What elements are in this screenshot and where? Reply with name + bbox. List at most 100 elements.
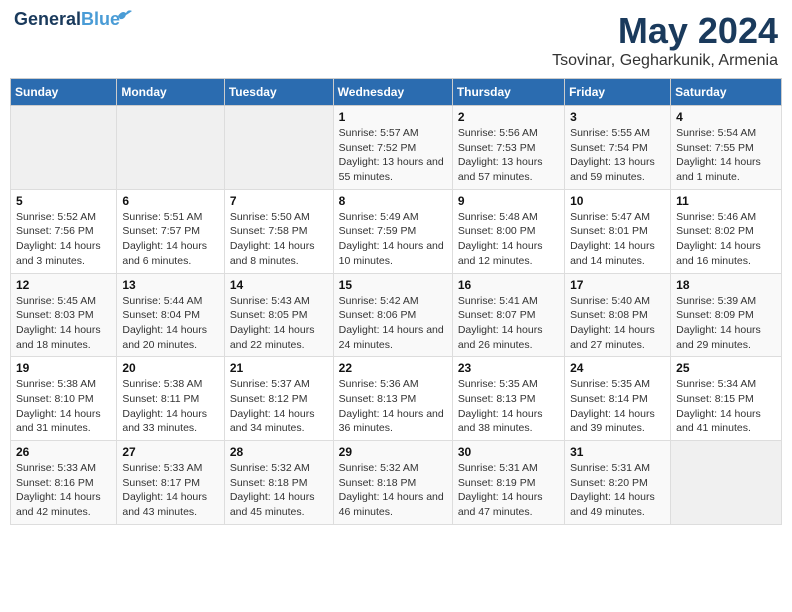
day-info: Sunrise: 5:49 AM Sunset: 7:59 PM Dayligh…	[339, 210, 447, 269]
daylight-label: Daylight: 13 hours and 59 minutes.	[570, 156, 655, 183]
day-info: Sunrise: 5:31 AM Sunset: 8:20 PM Dayligh…	[570, 461, 665, 520]
day-number: 11	[676, 194, 776, 208]
day-number: 21	[230, 361, 328, 375]
daylight-label: Daylight: 14 hours and 1 minute.	[676, 156, 761, 183]
day-info: Sunrise: 5:39 AM Sunset: 8:09 PM Dayligh…	[676, 294, 776, 353]
daylight-label: Daylight: 14 hours and 16 minutes.	[676, 240, 761, 267]
day-number: 15	[339, 278, 447, 292]
calendar-table: Sunday Monday Tuesday Wednesday Thursday…	[10, 78, 782, 525]
day-number: 18	[676, 278, 776, 292]
daylight-label: Daylight: 14 hours and 20 minutes.	[122, 324, 207, 351]
day-info: Sunrise: 5:48 AM Sunset: 8:00 PM Dayligh…	[458, 210, 559, 269]
day-number: 3	[570, 110, 665, 124]
table-row: 12 Sunrise: 5:45 AM Sunset: 8:03 PM Dayl…	[11, 273, 117, 357]
daylight-label: Daylight: 14 hours and 45 minutes.	[230, 491, 315, 518]
sunset-label: Sunset: 7:56 PM	[16, 225, 94, 237]
sunset-label: Sunset: 7:58 PM	[230, 225, 308, 237]
day-info: Sunrise: 5:42 AM Sunset: 8:06 PM Dayligh…	[339, 294, 447, 353]
sunset-label: Sunset: 7:54 PM	[570, 142, 648, 154]
page-header: GeneralBlue May 2024 Tsovinar, Gegharkun…	[10, 10, 782, 70]
day-info: Sunrise: 5:45 AM Sunset: 8:03 PM Dayligh…	[16, 294, 111, 353]
table-row: 9 Sunrise: 5:48 AM Sunset: 8:00 PM Dayli…	[452, 189, 564, 273]
header-friday: Friday	[565, 79, 671, 106]
logo: GeneralBlue	[14, 10, 120, 30]
day-number: 16	[458, 278, 559, 292]
day-info: Sunrise: 5:47 AM Sunset: 8:01 PM Dayligh…	[570, 210, 665, 269]
calendar-header-row: Sunday Monday Tuesday Wednesday Thursday…	[11, 79, 782, 106]
subtitle: Tsovinar, Gegharkunik, Armenia	[552, 52, 778, 70]
table-row: 23 Sunrise: 5:35 AM Sunset: 8:13 PM Dayl…	[452, 357, 564, 441]
day-info: Sunrise: 5:43 AM Sunset: 8:05 PM Dayligh…	[230, 294, 328, 353]
table-row: 21 Sunrise: 5:37 AM Sunset: 8:12 PM Dayl…	[224, 357, 333, 441]
daylight-label: Daylight: 14 hours and 42 minutes.	[16, 491, 101, 518]
day-info: Sunrise: 5:34 AM Sunset: 8:15 PM Dayligh…	[676, 377, 776, 436]
sunrise-label: Sunrise: 5:35 AM	[570, 378, 650, 390]
table-row: 20 Sunrise: 5:38 AM Sunset: 8:11 PM Dayl…	[117, 357, 224, 441]
sunrise-label: Sunrise: 5:31 AM	[570, 462, 650, 474]
sunset-label: Sunset: 7:59 PM	[339, 225, 417, 237]
sunrise-label: Sunrise: 5:52 AM	[16, 211, 96, 223]
day-info: Sunrise: 5:38 AM Sunset: 8:11 PM Dayligh…	[122, 377, 218, 436]
sunrise-label: Sunrise: 5:36 AM	[339, 378, 419, 390]
day-number: 12	[16, 278, 111, 292]
day-info: Sunrise: 5:35 AM Sunset: 8:13 PM Dayligh…	[458, 377, 559, 436]
header-wednesday: Wednesday	[333, 79, 452, 106]
sunrise-label: Sunrise: 5:39 AM	[676, 295, 756, 307]
sunset-label: Sunset: 7:53 PM	[458, 142, 536, 154]
daylight-label: Daylight: 14 hours and 33 minutes.	[122, 408, 207, 435]
sunrise-label: Sunrise: 5:45 AM	[16, 295, 96, 307]
calendar-week-row: 19 Sunrise: 5:38 AM Sunset: 8:10 PM Dayl…	[11, 357, 782, 441]
sunrise-label: Sunrise: 5:46 AM	[676, 211, 756, 223]
sunset-label: Sunset: 8:00 PM	[458, 225, 536, 237]
daylight-label: Daylight: 14 hours and 46 minutes.	[339, 491, 444, 518]
table-row: 29 Sunrise: 5:32 AM Sunset: 8:18 PM Dayl…	[333, 441, 452, 525]
sunrise-label: Sunrise: 5:33 AM	[122, 462, 202, 474]
day-number: 2	[458, 110, 559, 124]
day-info: Sunrise: 5:46 AM Sunset: 8:02 PM Dayligh…	[676, 210, 776, 269]
sunrise-label: Sunrise: 5:43 AM	[230, 295, 310, 307]
daylight-label: Daylight: 13 hours and 57 minutes.	[458, 156, 543, 183]
sunrise-label: Sunrise: 5:48 AM	[458, 211, 538, 223]
calendar-week-row: 12 Sunrise: 5:45 AM Sunset: 8:03 PM Dayl…	[11, 273, 782, 357]
sunset-label: Sunset: 7:52 PM	[339, 142, 417, 154]
sunrise-label: Sunrise: 5:50 AM	[230, 211, 310, 223]
table-row: 16 Sunrise: 5:41 AM Sunset: 8:07 PM Dayl…	[452, 273, 564, 357]
sunset-label: Sunset: 8:09 PM	[676, 309, 754, 321]
day-number: 29	[339, 445, 447, 459]
sunrise-label: Sunrise: 5:55 AM	[570, 127, 650, 139]
table-row: 27 Sunrise: 5:33 AM Sunset: 8:17 PM Dayl…	[117, 441, 224, 525]
day-number: 23	[458, 361, 559, 375]
sunset-label: Sunset: 7:55 PM	[676, 142, 754, 154]
sunrise-label: Sunrise: 5:35 AM	[458, 378, 538, 390]
daylight-label: Daylight: 14 hours and 27 minutes.	[570, 324, 655, 351]
table-row: 4 Sunrise: 5:54 AM Sunset: 7:55 PM Dayli…	[671, 106, 782, 190]
table-row: 30 Sunrise: 5:31 AM Sunset: 8:19 PM Dayl…	[452, 441, 564, 525]
sunset-label: Sunset: 8:13 PM	[339, 393, 417, 405]
table-row	[224, 106, 333, 190]
day-info: Sunrise: 5:33 AM Sunset: 8:16 PM Dayligh…	[16, 461, 111, 520]
sunrise-label: Sunrise: 5:33 AM	[16, 462, 96, 474]
sunset-label: Sunset: 8:02 PM	[676, 225, 754, 237]
sunset-label: Sunset: 8:20 PM	[570, 477, 648, 489]
day-number: 1	[339, 110, 447, 124]
day-number: 22	[339, 361, 447, 375]
day-info: Sunrise: 5:50 AM Sunset: 7:58 PM Dayligh…	[230, 210, 328, 269]
day-info: Sunrise: 5:41 AM Sunset: 8:07 PM Dayligh…	[458, 294, 559, 353]
daylight-label: Daylight: 14 hours and 18 minutes.	[16, 324, 101, 351]
day-number: 28	[230, 445, 328, 459]
sunset-label: Sunset: 8:08 PM	[570, 309, 648, 321]
sunset-label: Sunset: 8:11 PM	[122, 393, 199, 405]
day-info: Sunrise: 5:57 AM Sunset: 7:52 PM Dayligh…	[339, 126, 447, 185]
title-area: May 2024 Tsovinar, Gegharkunik, Armenia	[552, 10, 778, 70]
daylight-label: Daylight: 14 hours and 29 minutes.	[676, 324, 761, 351]
day-number: 31	[570, 445, 665, 459]
day-info: Sunrise: 5:37 AM Sunset: 8:12 PM Dayligh…	[230, 377, 328, 436]
table-row: 2 Sunrise: 5:56 AM Sunset: 7:53 PM Dayli…	[452, 106, 564, 190]
table-row	[117, 106, 224, 190]
sunset-label: Sunset: 8:14 PM	[570, 393, 648, 405]
day-number: 8	[339, 194, 447, 208]
calendar-week-row: 26 Sunrise: 5:33 AM Sunset: 8:16 PM Dayl…	[11, 441, 782, 525]
table-row: 1 Sunrise: 5:57 AM Sunset: 7:52 PM Dayli…	[333, 106, 452, 190]
day-info: Sunrise: 5:40 AM Sunset: 8:08 PM Dayligh…	[570, 294, 665, 353]
day-info: Sunrise: 5:38 AM Sunset: 8:10 PM Dayligh…	[16, 377, 111, 436]
